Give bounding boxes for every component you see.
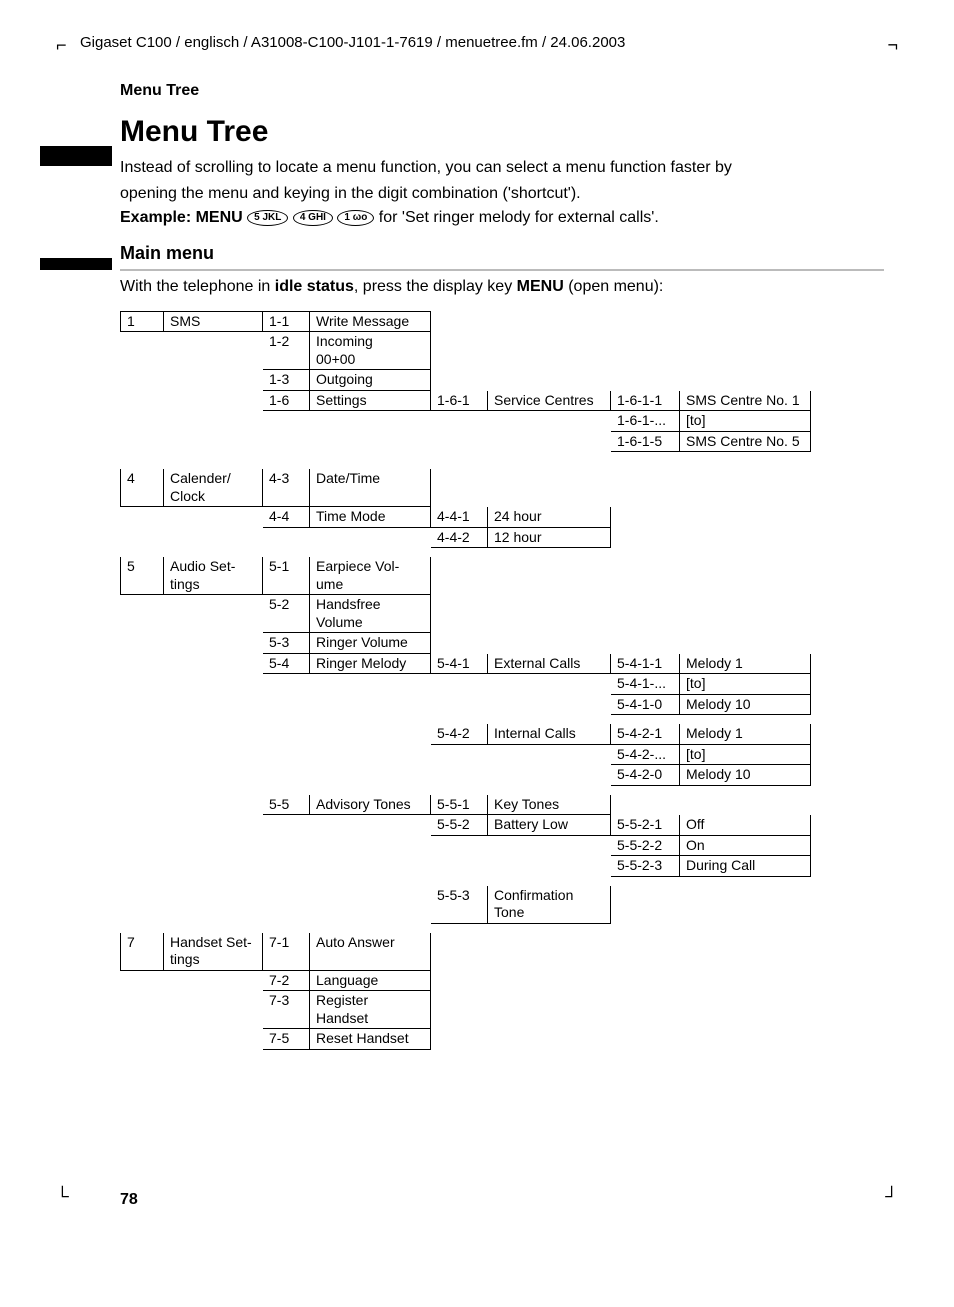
table-row: 5-4-1-0Melody 10	[121, 694, 811, 715]
table-row: 1-6-1-...[to]	[121, 411, 811, 432]
key-5-icon: 5 JKL	[247, 210, 288, 226]
table-row: 5-4Ringer Melody5-4-1External Calls5-4-1…	[121, 653, 811, 674]
table-row: 4-4Time Mode4-4-124 hour	[121, 507, 811, 528]
table-row: 5Audio Set-tings5-1Earpiece Vol-ume	[121, 557, 811, 595]
table-row: 1-3Outgoing	[121, 370, 811, 391]
table-row: 5-3Ringer Volume	[121, 633, 811, 654]
black-marker-1	[40, 146, 112, 166]
table-row: 5-4-2Internal Calls5-4-2-1Melody 1	[121, 724, 811, 745]
table-row: 5-5-3ConfirmationTone	[121, 885, 811, 923]
table-row: 1-6Settings1-6-1Service Centres1-6-1-1SM…	[121, 390, 811, 411]
key-1-icon: 1 ωο	[337, 210, 374, 226]
table-row: 1-6-1-5SMS Centre No. 5	[121, 431, 811, 452]
table-row: 5-5Advisory Tones5-5-1Key Tones	[121, 794, 811, 815]
idle-b: idle status	[275, 278, 354, 295]
table-row: 4-4-212 hour	[121, 527, 811, 548]
menu-tree-table: 1SMS1-1Write Message 1-2Incoming00+00 1-…	[120, 311, 811, 1050]
table-row: 5-4-2-...[to]	[121, 744, 811, 765]
table-row: 5-2HandsfreeVolume	[121, 595, 811, 633]
table-row: 1-2Incoming00+00	[121, 332, 811, 370]
idle-c: , press the display key	[354, 278, 517, 295]
subheading-rule	[120, 269, 884, 271]
crop-mark-tr: ¬	[887, 34, 898, 57]
table-row: 7-5Reset Handset	[121, 1029, 811, 1050]
crop-mark-bl: └	[56, 1185, 69, 1208]
page-number: 78	[120, 1190, 884, 1210]
idle-a: With the telephone in	[120, 278, 275, 295]
table-row: 5-5-2Battery Low5-5-2-1Off	[121, 815, 811, 836]
menu-tree: 1SMS1-1Write Message 1-2Incoming00+00 1-…	[120, 311, 884, 1050]
black-marker-2	[40, 258, 112, 270]
idle-d: MENU	[517, 278, 564, 295]
table-row: 5-5-2-2On	[121, 835, 811, 856]
idle-instruction: With the telephone in idle status, press…	[120, 277, 884, 297]
table-row: 5-4-2-0Melody 10	[121, 765, 811, 786]
page-title: Menu Tree	[120, 113, 884, 151]
example-line: Example: MENU 5 JKL 4 GHI 1 ωο for 'Set …	[120, 208, 884, 228]
table-row: 4Calender/Clock4-3Date/Time	[121, 469, 811, 507]
table-row: 7Handset Set-tings7-1Auto Answer	[121, 932, 811, 970]
table-row: 7-3RegisterHandset	[121, 991, 811, 1029]
idle-e: (open menu):	[564, 278, 664, 295]
subheading-main-menu: Main menu	[120, 242, 884, 265]
table-row: 5-5-2-3During Call	[121, 856, 811, 877]
crop-mark-tl: ⌐	[56, 34, 67, 57]
table-row: 5-4-1-...[to]	[121, 674, 811, 695]
key-4-icon: 4 GHI	[293, 210, 333, 226]
example-suffix: for 'Set ringer melody for external call…	[379, 209, 659, 226]
table-row: 1SMS1-1Write Message	[121, 311, 811, 332]
crop-mark-br: ┘	[885, 1185, 898, 1208]
running-header: Gigaset C100 / englisch / A31008-C100-J1…	[70, 34, 884, 53]
intro-line-1: Instead of scrolling to locate a menu fu…	[120, 158, 884, 178]
table-row: 7-2Language	[121, 970, 811, 991]
example-prefix: Example: MENU	[120, 209, 243, 226]
intro-line-2: opening the menu and keying in the digit…	[120, 184, 884, 204]
section-label: Menu Tree	[120, 81, 884, 101]
